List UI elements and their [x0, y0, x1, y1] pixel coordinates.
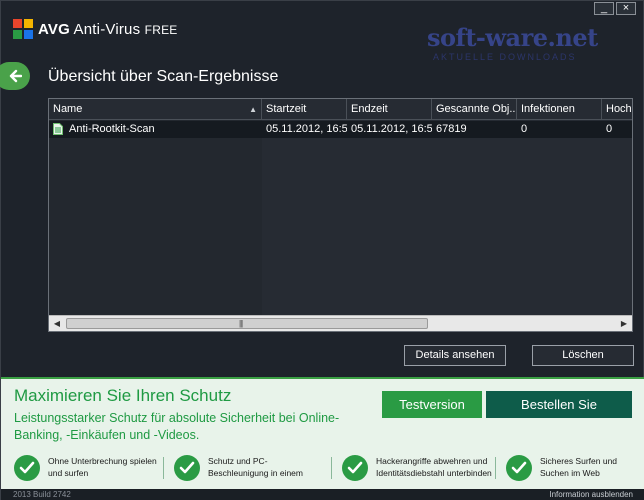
checkmark-icon [14, 455, 40, 481]
checkmark-icon [174, 455, 200, 481]
close-button[interactable]: × [616, 2, 636, 15]
grip-icon: ||| [239, 319, 243, 328]
scrollbar-thumb[interactable]: ||| [66, 318, 428, 329]
details-button[interactable]: Details ansehen [404, 345, 506, 366]
app-window: AVG Anti-Virus FREE soft-ware.net AKTUEL… [0, 0, 644, 500]
column-header-label: Name [53, 103, 83, 115]
app-edition: FREE [144, 23, 178, 37]
feature-text: Ohne Unterbrechung spielen und surfen [48, 456, 157, 478]
build-label: 2013 Build 2742 [13, 490, 71, 499]
app-title: AVG Anti-Virus FREE [38, 21, 177, 38]
columns-background [262, 120, 632, 316]
watermark: soft-ware.net [427, 23, 598, 52]
scroll-left-button[interactable]: ◀ [49, 316, 65, 331]
promo-title: Maximieren Sie Ihren Schutz [14, 386, 232, 405]
cell-name: Anti-Rootkit-Scan [69, 123, 155, 135]
sort-up-icon: ▲ [249, 105, 257, 114]
feature-text: Schutz und PC-Beschleunigung in einem [208, 456, 303, 478]
cell-end: 05.11.2012, 16:5 [351, 123, 432, 135]
watermark-subtitle: AKTUELLE DOWNLOADS [433, 52, 577, 62]
feature-text: Hackerangriffe abwehren und Identitätsdi… [376, 456, 492, 478]
table-header: Name ▲ Startzeit Endzeit Gescannte Obj..… [49, 99, 632, 120]
cell-scanned: 67819 [436, 123, 467, 135]
scroll-right-button[interactable]: ▶ [616, 316, 632, 331]
cell-start: 05.11.2012, 16:5 [266, 123, 347, 135]
feature-text: Sicheres Surfen und Suchen im Web [540, 456, 618, 478]
column-header-infections[interactable]: Infektionen [517, 99, 602, 120]
column-header-high[interactable]: Hoch [602, 99, 632, 120]
feature-divider [495, 457, 496, 479]
page-title: Übersicht über Scan-Ergebnisse [48, 68, 279, 85]
cell-infections: 0 [521, 123, 528, 135]
horizontal-scrollbar[interactable]: ◀ ||| ▶ [49, 315, 632, 331]
promo-text: Leistungsstarker Schutz für absolute Sic… [14, 411, 340, 442]
column-header-scanned[interactable]: Gescannte Obj... [432, 99, 517, 120]
status-bar: 2013 Build 2742 Information ausblenden [1, 489, 644, 500]
document-icon [53, 123, 63, 135]
column-header-end[interactable]: Endzeit [347, 99, 432, 120]
promo-banner: Maximieren Sie Ihren Schutz Leistungssta… [1, 377, 644, 489]
column-header-name[interactable]: Name ▲ [49, 99, 262, 120]
delete-button[interactable]: Löschen [532, 345, 634, 366]
feature-item: Sicheres Surfen und Suchen im Web [506, 455, 636, 487]
buy-button[interactable]: Bestellen Sie [486, 391, 632, 418]
feature-item: Hackerangriffe abwehren und Identitätsdi… [342, 455, 492, 487]
checkmark-icon [506, 455, 532, 481]
checkmark-icon [342, 455, 368, 481]
column-header-start[interactable]: Startzeit [262, 99, 347, 120]
app-brand: AVG [38, 21, 70, 38]
back-arrow-icon [9, 69, 22, 83]
avg-logo-icon [13, 19, 33, 39]
table-row[interactable]: Anti-Rootkit-Scan 05.11.2012, 16:5 05.11… [49, 121, 632, 138]
feature-item: Schutz und PC-Beschleunigung in einem [174, 455, 334, 487]
hide-info-link[interactable]: Information ausblenden [549, 489, 633, 500]
back-button[interactable] [0, 62, 30, 90]
trial-button[interactable]: Testversion [382, 391, 482, 418]
cell-high: 0 [606, 123, 613, 135]
minimize-button[interactable]: _ [594, 2, 614, 15]
scan-results-table: Name ▲ Startzeit Endzeit Gescannte Obj..… [48, 98, 633, 332]
feature-item: Ohne Unterbrechung spielen und surfen [14, 455, 159, 487]
app-name: Anti-Virus [73, 21, 141, 38]
feature-divider [331, 457, 332, 479]
feature-divider [163, 457, 164, 479]
